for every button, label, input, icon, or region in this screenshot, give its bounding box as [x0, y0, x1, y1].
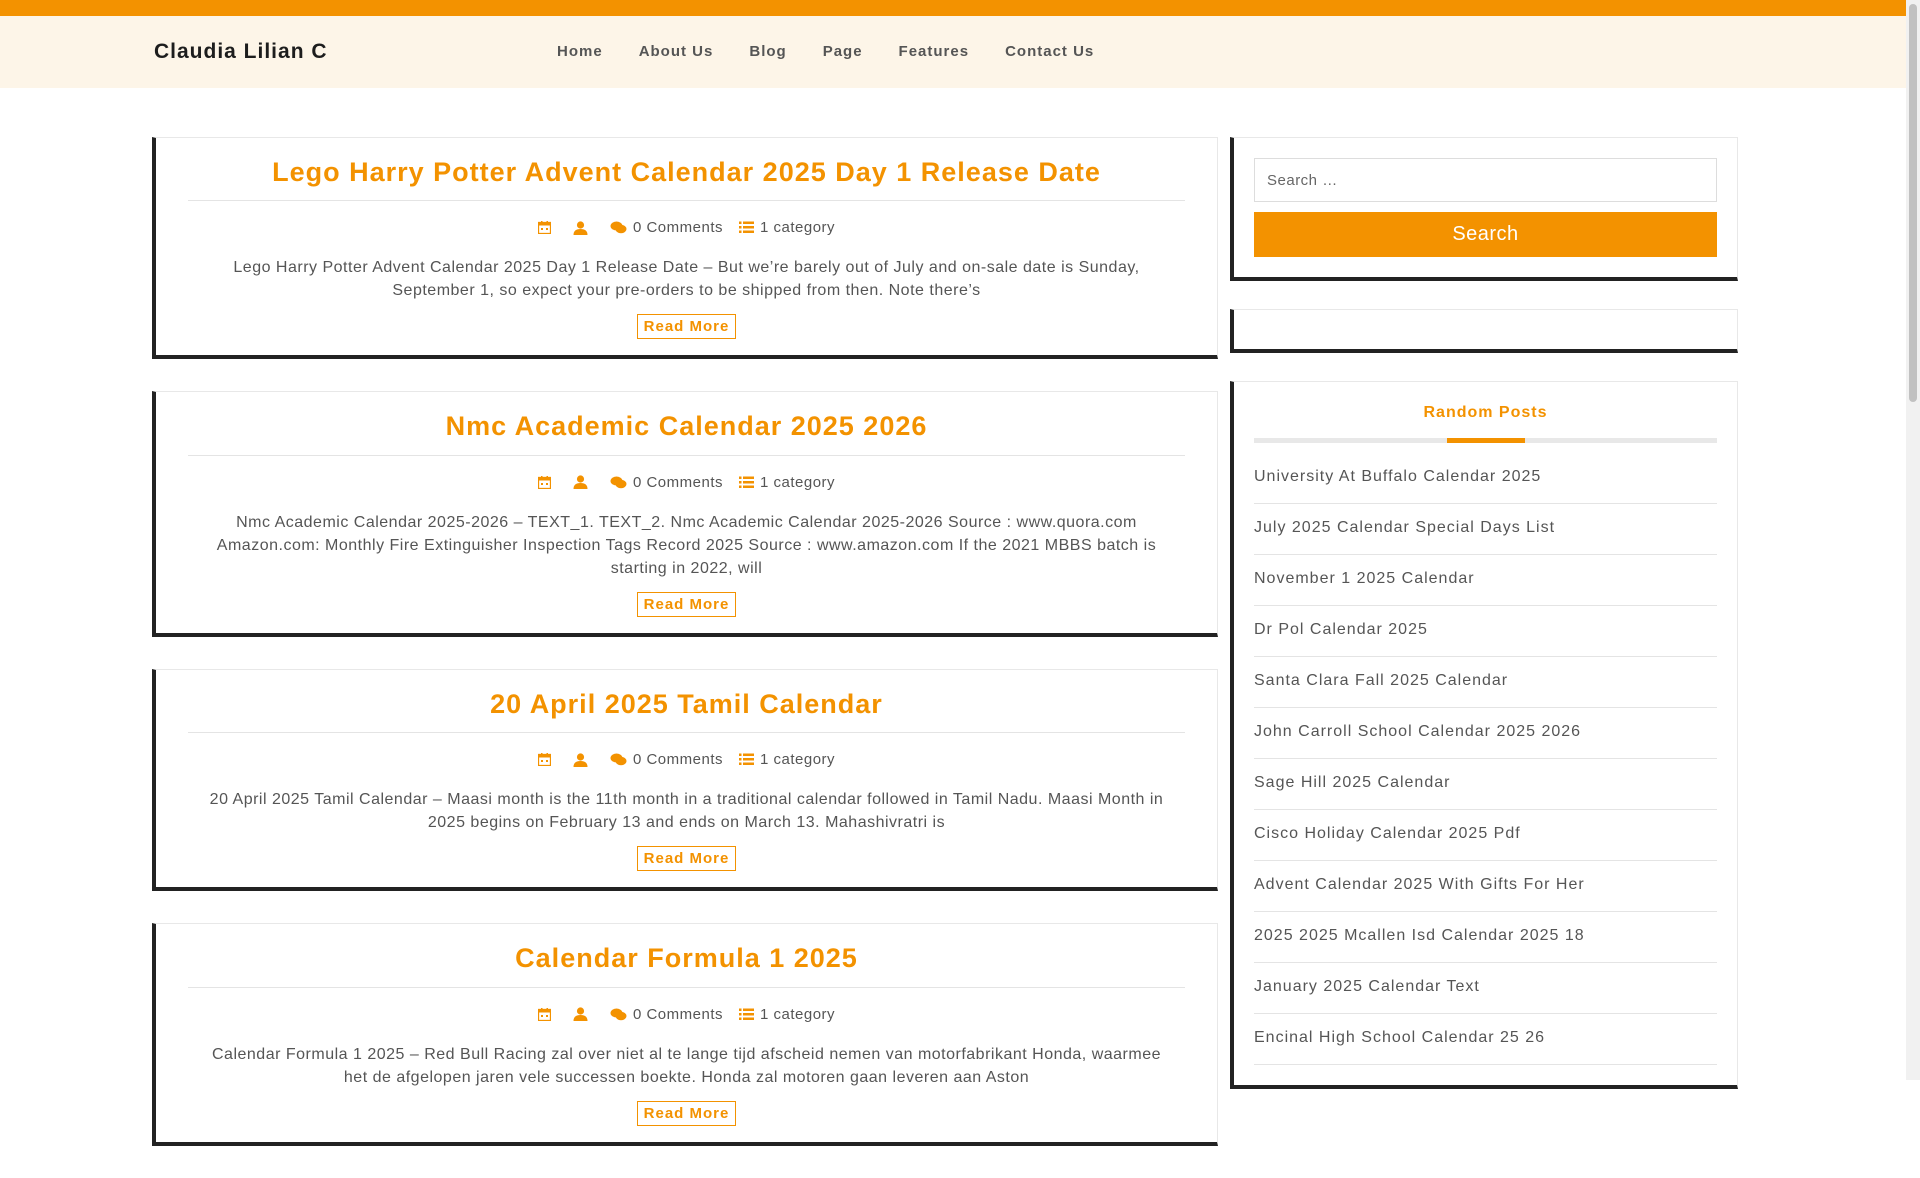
calendar-icon [537, 1007, 551, 1021]
main-content: Lego Harry Potter Advent Calendar 2025 D… [152, 137, 1218, 1178]
post-card: Nmc Academic Calendar 2025 2026 0 Commen… [152, 391, 1218, 637]
post-card: Lego Harry Potter Advent Calendar 2025 D… [152, 137, 1218, 360]
site-title[interactable]: Claudia Lilian C [154, 40, 328, 64]
category-label: 1 category [759, 751, 836, 769]
post-meta: 0 Comments 1 category [188, 1006, 1185, 1023]
nav-about-us[interactable]: About Us [639, 43, 714, 60]
random-post-link[interactable]: 2025 2025 Mcallen Isd Calendar 2025 18 [1254, 912, 1717, 963]
post-author[interactable] [573, 475, 594, 490]
sidebar: Search Random Posts University At Buffal… [1230, 137, 1738, 1117]
calendar-icon [537, 475, 551, 489]
post-category[interactable]: 1 category [738, 751, 836, 769]
post-date[interactable] [537, 475, 557, 489]
user-icon [573, 1007, 588, 1022]
title-underline [1254, 438, 1717, 443]
random-post-link[interactable]: John Carroll School Calendar 2025 2026 [1254, 708, 1717, 759]
top-accent-strip [0, 0, 1906, 16]
widget-title: Random Posts [1423, 404, 1548, 421]
post-excerpt: Lego Harry Potter Advent Calendar 2025 D… [233, 259, 1140, 300]
post-title[interactable]: Calendar Formula 1 2025 [188, 942, 1185, 988]
post-card: Calendar Formula 1 2025 0 Comments 1 cat… [152, 923, 1218, 1146]
post-category[interactable]: 1 category [738, 1005, 836, 1023]
comments-icon [610, 221, 627, 234]
calendar-icon [537, 221, 551, 235]
random-post-link[interactable]: Encinal High School Calendar 25 26 [1254, 1014, 1717, 1065]
read-more-button[interactable]: Read More [636, 1100, 737, 1126]
nav-blog[interactable]: Blog [749, 43, 786, 60]
comments-count: 0 Comments [632, 751, 723, 769]
random-post-link[interactable]: Dr Pol Calendar 2025 [1254, 606, 1717, 657]
post-date[interactable] [537, 1007, 557, 1021]
post-comments[interactable]: 0 Comments [610, 751, 723, 768]
empty-widget [1230, 309, 1738, 353]
nav-home[interactable]: Home [557, 43, 603, 60]
read-more-button[interactable]: Read More [636, 846, 737, 872]
post-comments[interactable]: 0 Comments [610, 474, 723, 491]
post-comments[interactable]: 0 Comments [610, 219, 723, 236]
nav-page[interactable]: Page [823, 43, 863, 60]
post-date[interactable] [537, 753, 557, 767]
post-date[interactable] [537, 221, 557, 235]
nav-contact-us[interactable]: Contact Us [1005, 43, 1094, 60]
search-widget: Search [1230, 137, 1738, 281]
random-posts-list: University At Buffalo Calendar 2025 July… [1254, 453, 1717, 1065]
search-input[interactable] [1254, 158, 1717, 202]
comments-count: 0 Comments [632, 219, 723, 237]
site-header: Claudia Lilian C Home About Us Blog Page… [0, 16, 1906, 88]
nav-features[interactable]: Features [899, 43, 970, 60]
read-more-button[interactable]: Read More [636, 591, 737, 617]
main-nav: Home About Us Blog Page Features Contact… [557, 43, 1130, 60]
list-icon [738, 221, 754, 234]
category-label: 1 category [759, 473, 836, 491]
random-post-link[interactable]: January 2025 Calendar Text [1254, 963, 1717, 1014]
calendar-icon [537, 753, 551, 767]
post-meta: 0 Comments 1 category [188, 219, 1185, 236]
post-author[interactable] [573, 753, 594, 767]
comments-icon [610, 1008, 627, 1020]
post-excerpt: 20 April 2025 Tamil Calendar – Maasi mon… [209, 791, 1164, 832]
random-post-link[interactable]: Advent Calendar 2025 With Gifts For Her [1254, 861, 1717, 912]
post-title[interactable]: 20 April 2025 Tamil Calendar [188, 688, 1185, 734]
random-post-link[interactable]: November 1 2025 Calendar [1254, 555, 1717, 606]
random-post-link[interactable]: University At Buffalo Calendar 2025 [1254, 453, 1717, 504]
post-author[interactable] [573, 1007, 594, 1022]
random-post-link[interactable]: July 2025 Calendar Special Days List [1254, 504, 1717, 555]
post-title[interactable]: Nmc Academic Calendar 2025 2026 [188, 410, 1185, 456]
page-scrollbar[interactable] [1906, 0, 1920, 1080]
post-title[interactable]: Lego Harry Potter Advent Calendar 2025 D… [188, 156, 1185, 202]
scrollbar-thumb[interactable] [1909, 4, 1917, 402]
post-meta: 0 Comments 1 category [188, 751, 1185, 768]
post-comments[interactable]: 0 Comments [610, 1006, 723, 1023]
comments-count: 0 Comments [632, 1005, 723, 1023]
user-icon [573, 221, 588, 235]
post-category[interactable]: 1 category [738, 219, 836, 237]
post-meta: 0 Comments 1 category [188, 474, 1185, 491]
read-more-button[interactable]: Read More [636, 314, 737, 340]
random-post-link[interactable]: Santa Clara Fall 2025 Calendar [1254, 657, 1717, 708]
post-category[interactable]: 1 category [738, 473, 836, 491]
post-card: 20 April 2025 Tamil Calendar 0 Comments … [152, 668, 1218, 892]
post-excerpt: Nmc Academic Calendar 2025-2026 – TEXT_1… [216, 513, 1157, 577]
post-author[interactable] [573, 221, 594, 235]
random-post-link[interactable]: Sage Hill 2025 Calendar [1254, 759, 1717, 810]
comments-count: 0 Comments [632, 473, 723, 491]
user-icon [573, 475, 588, 490]
list-icon [738, 476, 754, 488]
random-post-link[interactable]: Cisco Holiday Calendar 2025 Pdf [1254, 810, 1717, 861]
category-label: 1 category [759, 1005, 836, 1023]
list-icon [738, 753, 754, 766]
user-icon [573, 753, 588, 767]
comments-icon [610, 753, 627, 766]
list-icon [738, 1008, 754, 1020]
category-label: 1 category [759, 219, 836, 237]
search-button[interactable]: Search [1254, 212, 1717, 257]
comments-icon [610, 476, 627, 489]
post-excerpt: Calendar Formula 1 2025 – Red Bull Racin… [212, 1045, 1161, 1086]
random-posts-widget: Random Posts University At Buffalo Calen… [1230, 381, 1738, 1089]
